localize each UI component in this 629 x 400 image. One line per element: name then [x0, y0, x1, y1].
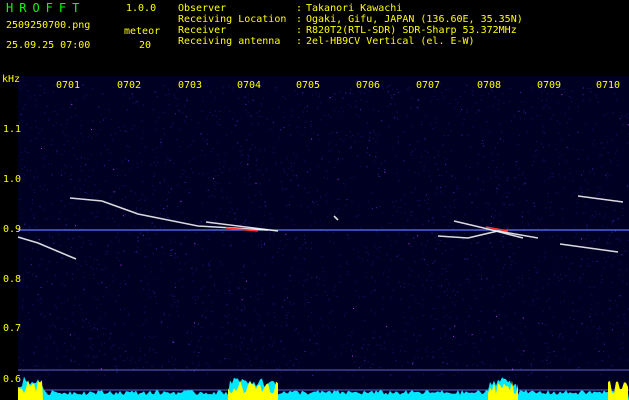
app-title: HROFFT	[6, 1, 86, 15]
info-colon: :	[296, 25, 303, 36]
frequency-tick-label: 0.9	[3, 224, 22, 235]
info-colon: :	[296, 3, 303, 14]
time-tick-label: 0702	[117, 80, 142, 91]
info-value: Ogaki, Gifu, JAPAN (136.60E, 35.35N)	[306, 14, 523, 25]
meteor-trace	[69, 197, 269, 231]
time-tick-label: 0707	[416, 80, 441, 91]
signal-band	[18, 376, 629, 400]
noise-speckle	[18, 84, 629, 379]
spectrogram	[18, 76, 629, 400]
frequency-tick-label: 1.0	[3, 174, 22, 185]
time-tick-label: 0708	[477, 80, 502, 91]
time-tick-label: 0701	[56, 80, 81, 91]
meteor-trace	[559, 243, 619, 253]
file-name: 2509250700.png	[6, 20, 91, 31]
info-value: R820T2(RTL-SDR) SDR-Sharp 53.372MHz	[306, 25, 517, 36]
time-tick-label: 0704	[237, 80, 262, 91]
time-tick-label: 0703	[178, 80, 203, 91]
info-value: Takanori Kawachi	[306, 3, 403, 14]
info-key: Receiving antenna	[178, 36, 281, 47]
meteor-count-label: meteor	[124, 26, 161, 37]
date-time: 25.09.25 07:00	[6, 40, 91, 51]
time-tick-label: 0705	[296, 80, 321, 91]
meteor-trace	[577, 195, 624, 203]
frequency-tick-label: 0.7	[3, 323, 22, 334]
info-key: Observer	[178, 3, 227, 14]
frequency-unit-label: kHz	[2, 74, 21, 85]
time-tick-label: 0709	[537, 80, 562, 91]
frequency-tick-label: 0.6	[3, 374, 22, 385]
info-row-antenna: Receiving antenna:2el-HB9CV Vertical (el…	[178, 36, 523, 47]
frequency-tick-label: 0.8	[3, 274, 22, 285]
signal-peak	[18, 380, 43, 400]
meteor-trace	[18, 236, 77, 260]
station-info: Observer: Takanori Kawachi Receiving Loca…	[178, 3, 523, 47]
info-colon: :	[296, 14, 303, 25]
info-row-observer: Observer: Takanori Kawachi	[178, 3, 523, 14]
info-colon: :	[296, 36, 303, 47]
signal-peak	[608, 380, 628, 400]
meteor-count-value: 20	[139, 40, 152, 51]
info-key: Receiver	[178, 25, 227, 36]
meteor-trace	[333, 215, 339, 221]
time-tick-label: 0706	[356, 80, 381, 91]
meteor-trace	[437, 230, 539, 239]
app-version: 1.0.0	[126, 3, 157, 14]
spectrogram-canvas	[18, 84, 629, 400]
frequency-tick-label: 1.1	[3, 124, 22, 135]
info-row-receiver: Receiver: R820T2(RTL-SDR) SDR-Sharp 53.37…	[178, 25, 523, 36]
info-row-location: Receiving Location: Ogaki, Gifu, JAPAN (1…	[178, 14, 523, 25]
info-value: 2el-HB9CV Vertical (el. E-W)	[306, 36, 475, 47]
time-tick-label: 0710	[596, 80, 621, 91]
info-key: Receiving Location	[178, 14, 287, 25]
